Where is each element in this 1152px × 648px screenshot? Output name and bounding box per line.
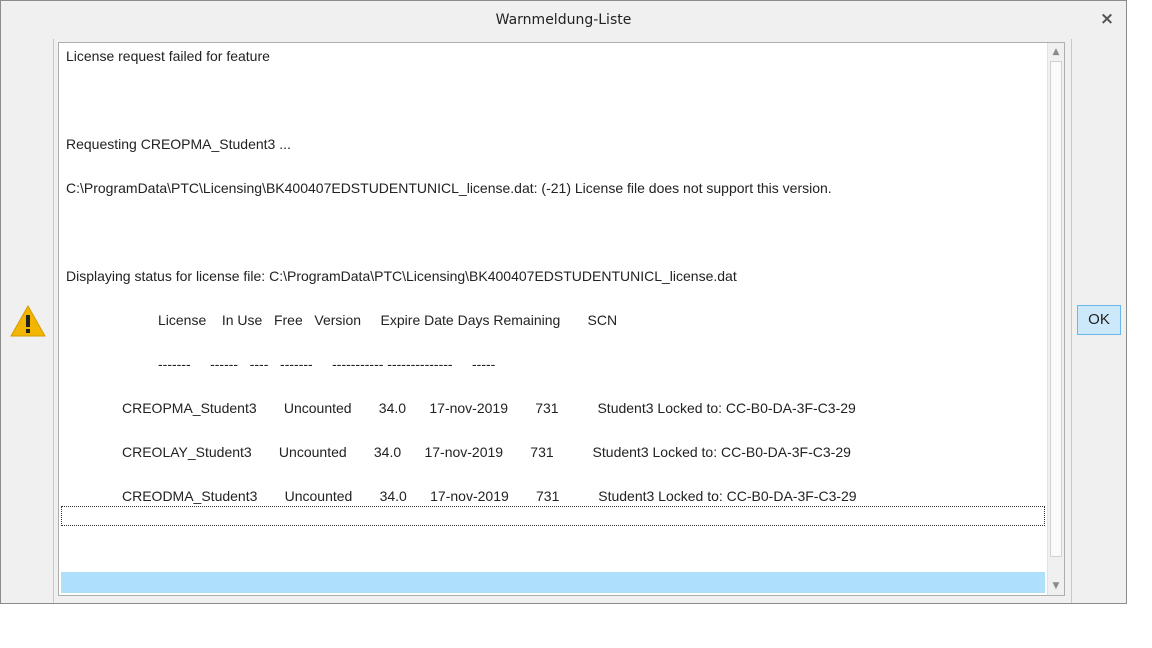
list-item: CREOLAY_Student3 Uncounted 34.0 17-nov-2… bbox=[122, 444, 851, 460]
list-item: Displaying status for license file: C:\P… bbox=[66, 268, 737, 284]
list-item: CREODMA_Student3 Uncounted 34.0 17-nov-2… bbox=[122, 488, 857, 504]
scroll-down-icon[interactable]: ▼ bbox=[1048, 578, 1064, 594]
list-item: License request failed for feature bbox=[66, 48, 270, 64]
message-list-content: License request failed for feature Reque… bbox=[59, 43, 1047, 595]
selected-row[interactable] bbox=[61, 572, 1045, 593]
icon-panel bbox=[1, 39, 54, 603]
scroll-up-icon[interactable]: ▲ bbox=[1048, 44, 1064, 60]
list-item: Requesting CREOPMA_Student3 ... bbox=[66, 136, 291, 152]
scrollbar-thumb[interactable] bbox=[1050, 61, 1062, 557]
vertical-scrollbar[interactable]: ▲ ▼ bbox=[1047, 43, 1064, 595]
dialog-title: Warnmeldung-Liste bbox=[495, 12, 632, 28]
list-item: C:\ProgramData\PTC\Licensing\BK400407EDS… bbox=[66, 180, 832, 196]
title-bar[interactable]: Warnmeldung-Liste × bbox=[1, 1, 1126, 39]
ok-button[interactable]: OK bbox=[1077, 305, 1121, 335]
list-item: License In Use Free Version Expire Date … bbox=[158, 312, 618, 328]
focused-row[interactable] bbox=[61, 506, 1045, 526]
warning-icon bbox=[10, 305, 46, 337]
list-item: ------- ------ ---- ------- ----------- … bbox=[158, 356, 496, 372]
close-icon[interactable]: × bbox=[1098, 10, 1116, 28]
message-list[interactable]: License request failed for feature Reque… bbox=[58, 42, 1065, 596]
list-item: CREOPMA_Student3 Uncounted 34.0 17-nov-2… bbox=[122, 400, 856, 416]
